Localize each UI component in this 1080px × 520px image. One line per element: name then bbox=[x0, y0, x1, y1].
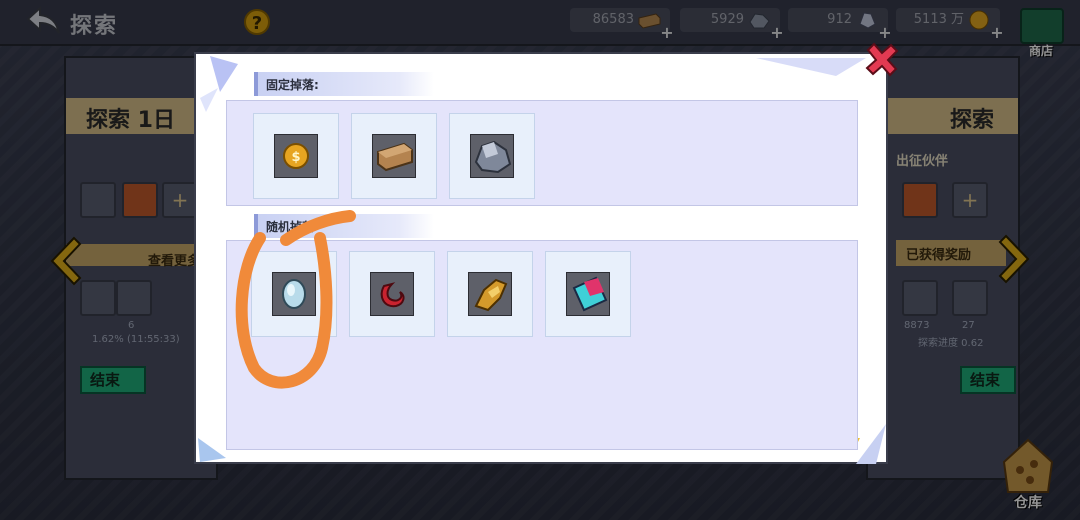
random-drop-item[interactable] bbox=[251, 251, 337, 337]
random-drop-list bbox=[226, 240, 858, 450]
drop-info-dialog: 固定掉落: $ 随机掉落 bbox=[194, 52, 888, 464]
mirror-icon bbox=[282, 279, 306, 309]
svg-text:$: $ bbox=[291, 150, 300, 165]
fixed-drop-item[interactable] bbox=[449, 113, 535, 199]
fixed-drop-item[interactable] bbox=[351, 113, 437, 199]
fixed-drop-title: 固定掉落: bbox=[266, 78, 319, 92]
random-drop-item[interactable] bbox=[349, 251, 435, 337]
fixed-drop-list: $ bbox=[226, 100, 858, 206]
gem-card-icon bbox=[572, 276, 608, 312]
wood-plank-icon bbox=[377, 142, 413, 172]
close-icon[interactable] bbox=[862, 40, 902, 80]
fixed-drop-item[interactable]: $ bbox=[253, 113, 339, 199]
random-drop-item[interactable] bbox=[447, 251, 533, 337]
gold-coin-icon: $ bbox=[283, 143, 309, 169]
fixed-drop-header: 固定掉落: bbox=[254, 72, 434, 96]
random-drop-header: 随机掉落 bbox=[254, 214, 434, 238]
random-drop-title: 随机掉落 bbox=[266, 220, 315, 234]
red-horn-icon bbox=[380, 282, 405, 308]
iron-ore-icon bbox=[474, 140, 512, 174]
golden-gauntlet-icon bbox=[474, 278, 508, 312]
random-drop-item[interactable] bbox=[545, 251, 631, 337]
